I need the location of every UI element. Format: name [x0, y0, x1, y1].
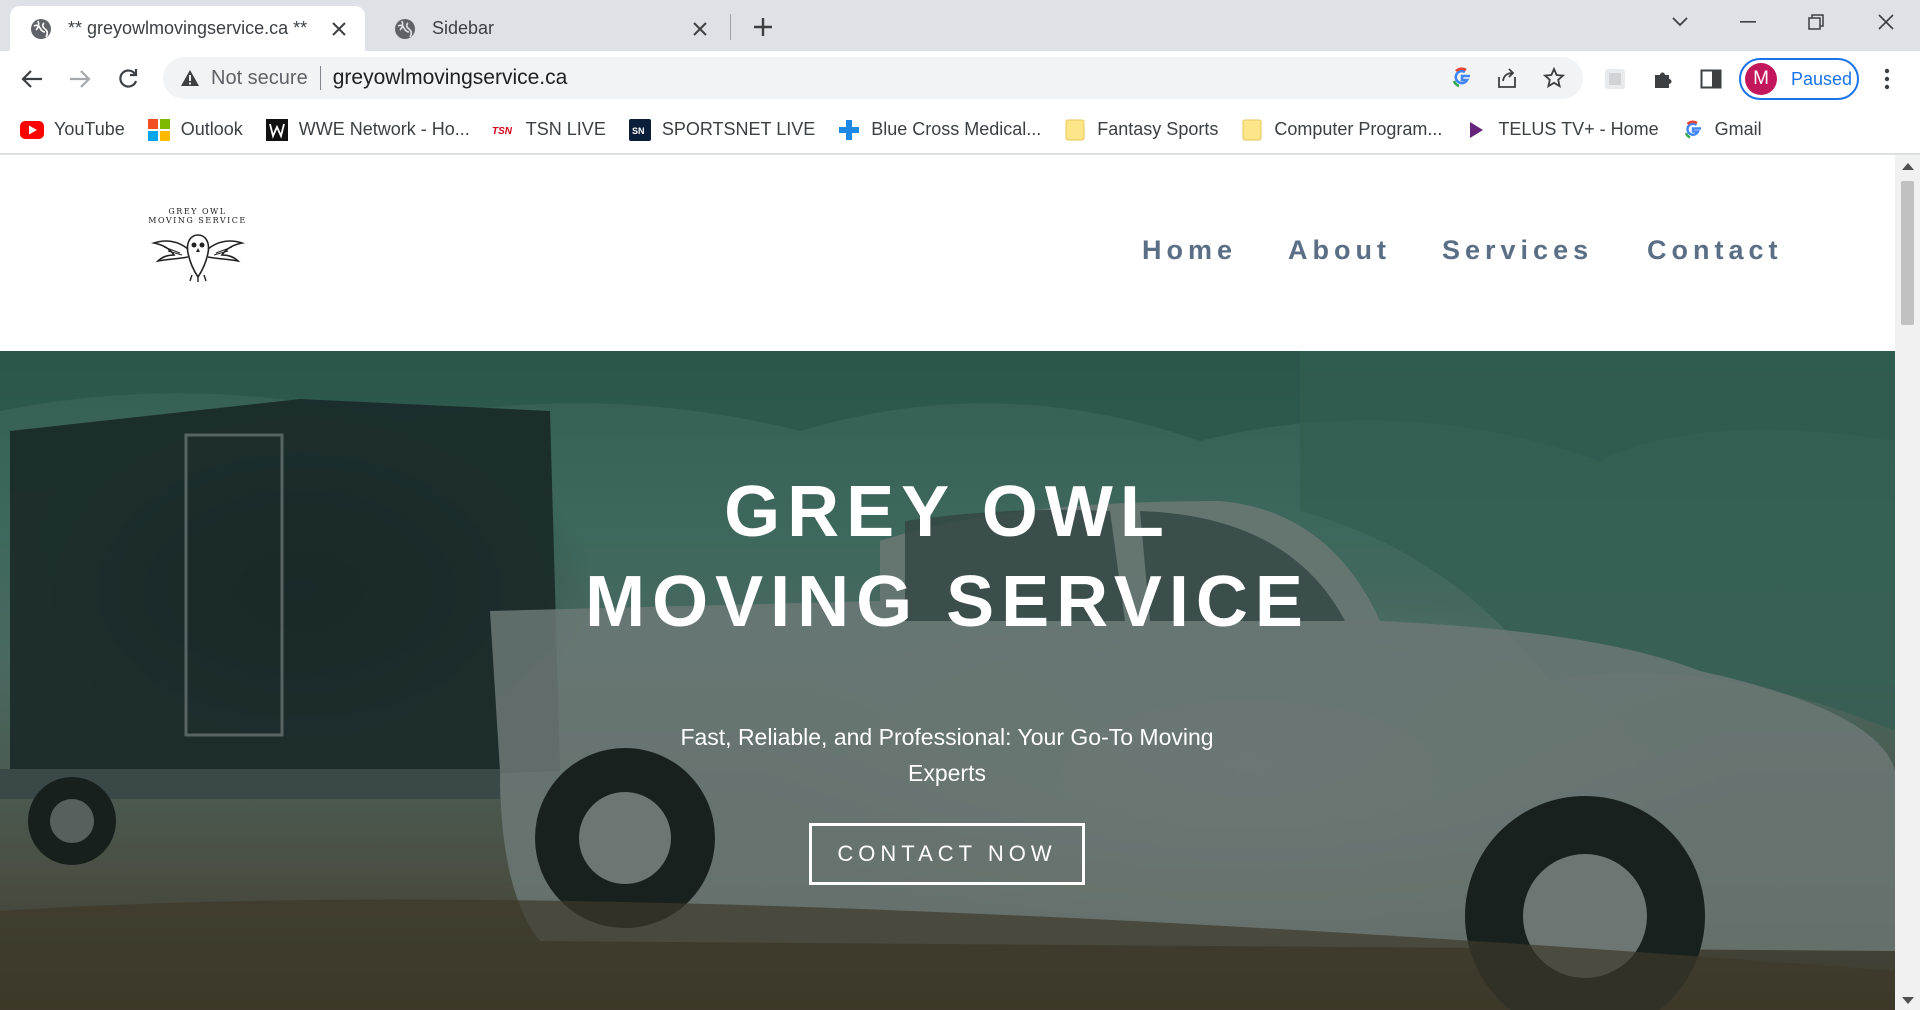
tab-title: Sidebar [432, 18, 495, 38]
youtube-icon [20, 119, 44, 141]
bookmark-outlook[interactable]: Outlook [147, 118, 243, 141]
bookmarks-bar: YouTube Outlook WWE Network - Ho... TSN … [0, 106, 1920, 154]
hero-subtitle: Fast, Reliable, and Professional: Your G… [680, 724, 1214, 786]
page-scrollbar[interactable] [1895, 155, 1920, 1010]
bookmark-fantasy-sports[interactable]: Fantasy Sports [1063, 119, 1218, 141]
tab-sidebar[interactable]: Sidebar [374, 6, 726, 51]
wwe-icon [265, 118, 289, 141]
nav-about[interactable]: About [1288, 235, 1391, 266]
folder-icon [1063, 119, 1087, 141]
tab-strip: ** greyowlmovingservice.ca ** Sidebar [0, 0, 1920, 51]
bookmark-youtube[interactable]: YouTube [20, 119, 125, 141]
new-tab-button[interactable] [748, 12, 778, 42]
nav-services[interactable]: Services [1442, 235, 1593, 266]
minimize-button[interactable] [1718, 0, 1778, 44]
nav-contact[interactable]: Contact [1647, 235, 1783, 266]
hero-overlay [0, 351, 1895, 1010]
bookmark-label: TSN LIVE [525, 119, 606, 139]
extension-placeholder-icon[interactable] [1602, 66, 1628, 92]
hero-title-line-2: MOVING SERVICE [585, 562, 1310, 642]
owl-logo-icon [150, 234, 245, 282]
contact-now-button[interactable]: CONTACT NOW [809, 823, 1085, 885]
scroll-down-arrow-icon[interactable] [1902, 997, 1914, 1004]
security-status[interactable]: Not secure [211, 67, 308, 90]
bookmark-blue-cross[interactable]: Blue Cross Medical... [837, 119, 1041, 141]
globe-icon [30, 18, 52, 40]
bookmark-computer-program[interactable]: Computer Program... [1240, 119, 1442, 141]
bookmark-telus[interactable]: TELUS TV+ - Home [1464, 119, 1659, 141]
tsn-icon: TSN [492, 119, 516, 141]
forward-button[interactable] [62, 61, 98, 97]
back-button[interactable] [14, 61, 50, 97]
restore-button[interactable] [1786, 0, 1846, 44]
profile-button[interactable]: M Paused [1739, 58, 1859, 100]
tab-search-button[interactable] [1650, 0, 1710, 44]
url-text[interactable]: greyowlmovingservice.ca [333, 66, 568, 90]
bookmark-label: SPORTSNET LIVE [661, 119, 816, 139]
google-icon [1681, 119, 1705, 141]
reload-button[interactable] [110, 61, 146, 97]
bookmark-wwe[interactable]: WWE Network - Ho... [265, 118, 470, 141]
scroll-up-arrow-icon[interactable] [1902, 163, 1914, 170]
omnibox-divider [319, 66, 321, 90]
svg-text:TSN: TSN [492, 126, 513, 135]
sportsnet-icon: SN [628, 118, 652, 141]
bookmark-label: Computer Program... [1274, 119, 1443, 139]
bookmark-star-icon[interactable] [1542, 66, 1566, 90]
profile-status: Paused [1791, 68, 1853, 89]
folder-icon [1240, 119, 1264, 141]
bookmark-label: Gmail [1714, 119, 1762, 139]
tab-greyowl[interactable]: ** greyowlmovingservice.ca ** [10, 6, 365, 51]
outlook-icon [147, 118, 171, 141]
browser-toolbar: Not secure greyowlmovingservice.ca M Pau… [0, 51, 1920, 106]
blue-cross-icon [837, 119, 861, 141]
bookmark-label: YouTube [54, 119, 125, 139]
tab-title: ** greyowlmovingservice.ca ** [68, 18, 308, 38]
hero-section: GREY OWL MOVING SERVICE Fast, Reliable, … [0, 351, 1895, 1010]
nav-home[interactable]: Home [1142, 235, 1237, 266]
logo-line-1: GREY OWL [168, 207, 227, 216]
tab-divider [730, 14, 731, 40]
address-bar[interactable]: Not secure greyowlmovingservice.ca [163, 57, 1583, 99]
google-lens-icon[interactable] [1450, 66, 1474, 90]
bookmark-sportsnet[interactable]: SN SPORTSNET LIVE [628, 118, 816, 141]
bookmark-tsn[interactable]: TSN TSN LIVE [492, 119, 606, 141]
bookmark-label: Outlook [180, 119, 243, 139]
svg-text:SN: SN [632, 126, 645, 136]
scrollbar-thumb[interactable] [1901, 181, 1914, 325]
close-tab-icon[interactable] [688, 17, 712, 41]
side-panel-icon[interactable] [1698, 66, 1724, 92]
page-viewport: GREY OWL MOVING SERVICE Home About Servi… [0, 155, 1895, 1010]
extensions-puzzle-icon[interactable] [1650, 66, 1676, 92]
logo-line-2: MOVING SERVICE [148, 216, 247, 225]
avatar: M [1745, 63, 1777, 95]
close-tab-icon[interactable] [327, 17, 351, 41]
more-menu-icon[interactable] [1874, 66, 1900, 92]
warning-icon[interactable] [179, 67, 201, 89]
telus-play-icon [1464, 119, 1488, 141]
bookmark-label: Blue Cross Medical... [871, 119, 1042, 139]
site-header: GREY OWL MOVING SERVICE Home About Servi… [0, 155, 1895, 351]
close-window-button[interactable] [1856, 0, 1916, 44]
hero-title-line-1: GREY OWL [724, 472, 1171, 552]
bookmark-gmail[interactable]: Gmail [1681, 119, 1762, 141]
share-icon[interactable] [1495, 66, 1519, 90]
bookmark-label: Fantasy Sports [1097, 119, 1219, 139]
site-logo[interactable]: GREY OWL MOVING SERVICE [140, 207, 255, 287]
bookmark-label: TELUS TV+ - Home [1498, 119, 1659, 139]
bookmark-label: WWE Network - Ho... [298, 119, 470, 139]
globe-icon [394, 18, 416, 40]
